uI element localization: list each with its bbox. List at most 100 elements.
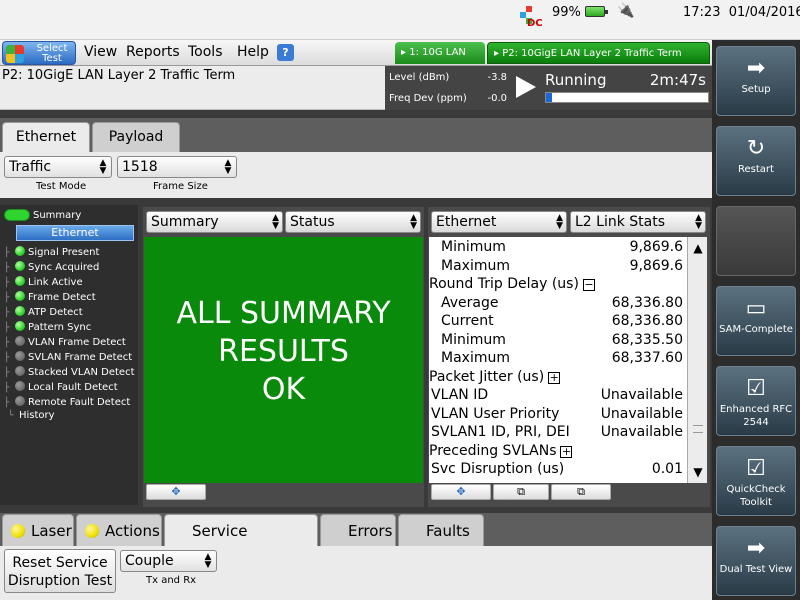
expand-icon[interactable]: + xyxy=(560,445,573,458)
frame-size-caption: Frame Size xyxy=(153,181,208,192)
select-test-button[interactable]: Select Test xyxy=(2,41,76,65)
stats-group-select[interactable]: L2 Link Stats ▲ ▼ xyxy=(570,211,706,233)
stats-group-row[interactable]: Round Trip Delay (us) − xyxy=(429,275,687,293)
split-view-icon[interactable]: ⧉ xyxy=(551,484,611,500)
softkey-bar: ➡ Setup ↻ Restart ▭ SAM-Complete ☑ Enhan… xyxy=(712,40,800,600)
tree-item[interactable]: ├ VLAN Frame Detect xyxy=(4,335,126,350)
tree-history[interactable]: └ History xyxy=(8,408,55,423)
elapsed-time: 2m:47s xyxy=(649,71,706,89)
setup-button[interactable]: ➡ Setup xyxy=(716,46,796,116)
tree-item[interactable]: ├ Pattern Sync xyxy=(4,320,91,335)
sam-complete-button[interactable]: ▭ SAM-Complete xyxy=(716,286,796,356)
menu-reports[interactable]: Reports xyxy=(126,44,180,60)
dual-test-view-button[interactable]: ➡ Dual Test View xyxy=(716,526,796,596)
tab-service-disruption[interactable]: Service Disruption xyxy=(164,514,318,572)
stats-row: Minimum 9,869.6 xyxy=(441,239,683,255)
stats-row: Average 68,336.80 xyxy=(441,294,683,311)
summary-category-select[interactable]: Summary ▲ ▼ xyxy=(146,211,283,233)
stats-row: Minimum 68,335.50 xyxy=(441,331,683,348)
level-label: Level (dBm) xyxy=(389,72,450,83)
tree-item[interactable]: ├ Local Fault Detect xyxy=(4,380,118,395)
quickcheck-toolkit-button[interactable]: ☑ QuickCheck Toolkit xyxy=(716,446,796,516)
tab-actions[interactable]: Actions xyxy=(76,514,162,546)
copy-icon[interactable]: ⧉ xyxy=(493,484,549,500)
run-status-box: Running 2m:47s xyxy=(513,66,712,110)
status-led-icon xyxy=(15,321,25,331)
summary-group-select[interactable]: Status ▲ ▼ xyxy=(285,211,421,233)
stats-group-row[interactable]: Packet Jitter (us) + xyxy=(429,368,687,386)
tree-ethernet-header[interactable]: Ethernet xyxy=(16,225,134,241)
enhanced-rfc2544-button[interactable]: ☑ Enhanced RFC 2544 xyxy=(716,366,796,436)
freq-dev-label: Freq Dev (ppm) xyxy=(389,93,467,104)
status-led-icon xyxy=(15,366,25,376)
scroll-grip[interactable] xyxy=(693,425,703,433)
restart-icon: ↻ xyxy=(746,136,766,161)
tree-item[interactable]: ├ ATP Detect xyxy=(4,305,83,320)
test-tab-p2[interactable]: ▸ P2: 10GigE LAN Layer 2 Traffic Term xyxy=(487,42,710,64)
arrow-right-icon: ➡ xyxy=(746,536,766,561)
scroll-down-icon[interactable]: ▼ xyxy=(689,463,707,481)
stats-panel: Ethernet ▲ ▼ L2 Link Stats ▲ ▼ Minimum 9,869.… xyxy=(428,207,710,507)
tree-item[interactable]: ├ Signal Present xyxy=(4,245,99,260)
stats-scrollbar[interactable]: ▲ ▼ xyxy=(687,237,707,483)
move-icon[interactable]: ✥ xyxy=(431,484,491,500)
collapse-icon[interactable]: − xyxy=(582,279,595,291)
stats-row: VLAN User Priority Unavailable xyxy=(431,405,683,422)
battery-percent: 99% xyxy=(552,5,581,20)
status-led-icon xyxy=(15,246,25,256)
status-led-icon xyxy=(15,291,25,301)
menu-bar: Select Test View Reports Tools Help ? ▸ … xyxy=(0,40,712,66)
summary-led-icon xyxy=(4,209,30,221)
frame-size-value: 1518 xyxy=(122,159,158,175)
test-mode-select[interactable]: Traffic ▲ ▼ xyxy=(4,156,112,178)
menu-view[interactable]: View xyxy=(84,44,117,60)
test-mode-caption: Test Mode xyxy=(36,181,87,192)
status-led-icon xyxy=(15,276,25,286)
tree-item[interactable]: ├ SVLAN Frame Detect xyxy=(4,350,132,365)
service-disruption-panel: Reset Service Disruption Test Couple ▲ ▼ T… xyxy=(0,546,712,600)
scroll-up-icon[interactable]: ▲ xyxy=(689,239,707,257)
tree-item[interactable]: ├ Sync Acquired xyxy=(4,260,99,275)
frame-size-select[interactable]: 1518 ▲ ▼ xyxy=(117,156,237,178)
clock: 17:23 01/04/2016 xyxy=(683,5,800,20)
stats-row: Maximum 68,337.60 xyxy=(441,350,683,366)
help-icon[interactable]: ? xyxy=(277,44,294,61)
tree-item[interactable]: ├ Stacked VLAN Detect xyxy=(4,365,135,380)
test-mode-value: Traffic xyxy=(9,159,52,175)
status-led-icon xyxy=(15,396,25,406)
tab-faults[interactable]: Faults xyxy=(398,514,484,546)
couple-select[interactable]: Couple ▲ ▼ xyxy=(120,550,217,572)
expand-icon[interactable]: + xyxy=(548,371,561,384)
tab-laser[interactable]: Laser xyxy=(2,514,74,546)
menu-tools[interactable]: Tools xyxy=(188,44,223,60)
tab-errors[interactable]: Errors xyxy=(320,514,396,546)
checkbox-plus-icon: ☑ xyxy=(746,376,766,401)
spinner-arrows-icon: ▲ ▼ xyxy=(695,213,702,231)
tree-summary[interactable]: Summary xyxy=(4,209,81,221)
action-tab-bar: Laser Actions Service Disruption Errors … xyxy=(0,513,712,572)
tab-payload[interactable]: Payload xyxy=(92,122,180,152)
menu-help[interactable]: Help xyxy=(237,44,269,60)
arrow-right-icon: ➡ xyxy=(746,56,766,81)
play-icon[interactable] xyxy=(516,76,536,98)
stats-list[interactable]: Minimum 9,869.6 Maximum 9,869.6 Round Trip D… xyxy=(429,237,687,483)
window-icon: ▭ xyxy=(745,296,767,321)
reset-service-disruption-button[interactable]: Reset Service Disruption Test xyxy=(4,549,116,593)
stats-row: VLAN ID Unavailable xyxy=(431,387,683,403)
config-panel: Traffic ▲ ▼ Test Mode 1518 ▲ ▼ Frame Size xyxy=(0,152,712,198)
tree-item[interactable]: ├ Link Active xyxy=(4,275,83,290)
status-led-icon xyxy=(15,261,25,271)
spinner-arrows-icon: ▲ ▼ xyxy=(204,552,212,570)
status-led-icon xyxy=(15,381,25,391)
run-status: Running xyxy=(545,71,607,89)
spinner-arrows-icon: ▲ ▼ xyxy=(272,213,279,231)
test-tab-1[interactable]: ▸ 1: 10G LAN xyxy=(395,42,485,64)
stats-category-select[interactable]: Ethernet ▲ ▼ xyxy=(431,211,567,233)
tree-item[interactable]: ├ Frame Detect xyxy=(4,290,96,305)
stats-group-row[interactable]: Preceding SVLANs + xyxy=(429,442,687,460)
stats-row: Current 68,336.80 xyxy=(441,313,683,329)
tab-ethernet[interactable]: Ethernet xyxy=(2,122,90,152)
restart-button[interactable]: ↻ Restart xyxy=(716,126,796,196)
move-icon[interactable]: ✥ xyxy=(146,484,206,500)
system-status-bar: DC 99% 🔌 17:23 01/04/2016 xyxy=(0,0,800,40)
